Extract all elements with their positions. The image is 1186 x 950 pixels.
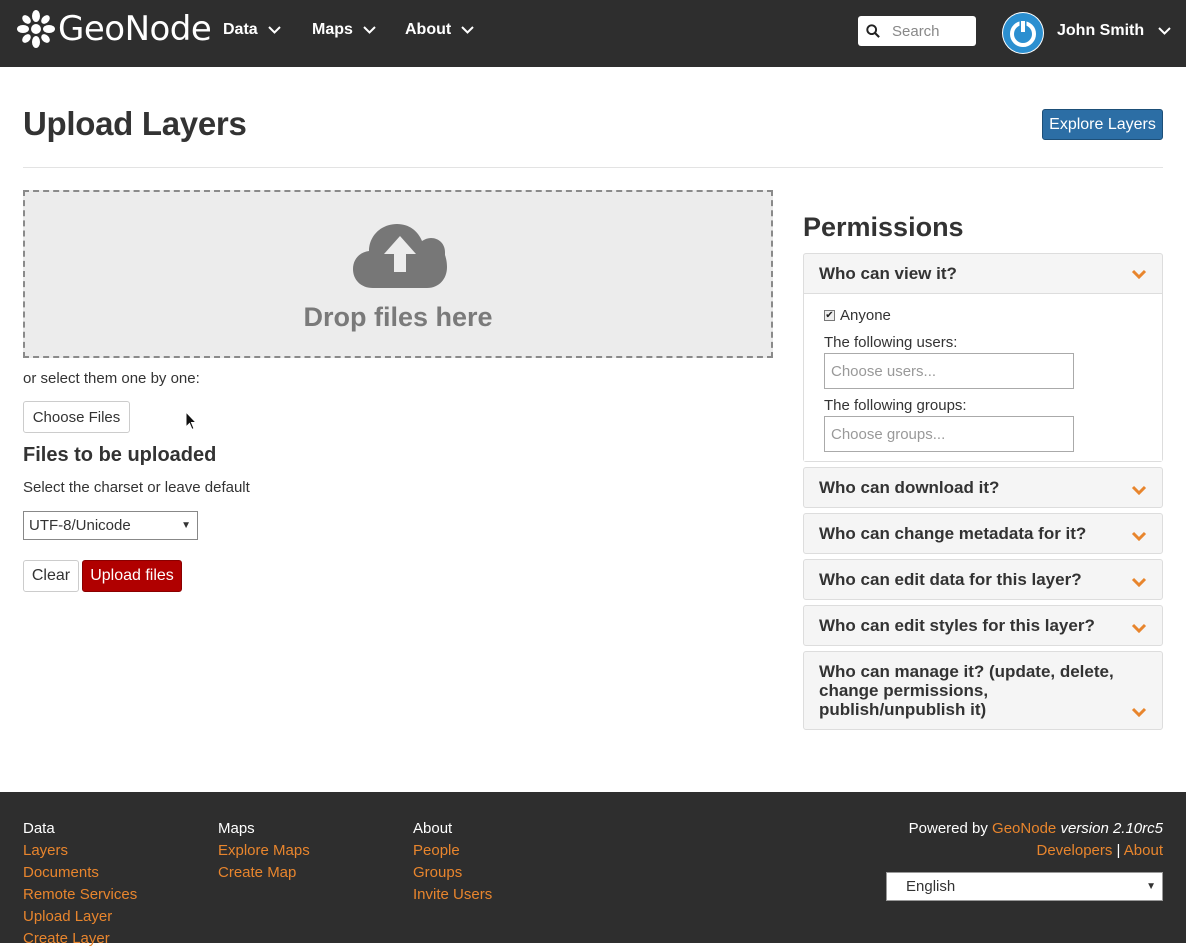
user-avatar-icon [1003, 13, 1043, 53]
anyone-checkbox[interactable]: ✔ Anyone [824, 307, 891, 324]
footer-heading: About [413, 820, 453, 837]
about-link[interactable]: About [1124, 842, 1163, 859]
footer-link-people[interactable]: People [413, 840, 492, 862]
powered-by-text: Powered by [908, 820, 988, 837]
page-title: Upload Layers [23, 105, 247, 142]
chevron-down-icon [1131, 485, 1147, 495]
footer-link-groups[interactable]: Groups [413, 862, 492, 884]
developers-link[interactable]: Developers [1037, 842, 1113, 859]
geonode-logo-icon [17, 10, 55, 48]
panel-body: ✔ Anyone The following users: The follow… [804, 293, 1162, 461]
footer-heading: Data [23, 820, 55, 837]
permissions-heading: Permissions [803, 212, 964, 242]
panel-title: Who can download it? [819, 478, 1000, 497]
chevron-down-icon [1131, 531, 1147, 541]
chevron-down-icon [363, 26, 376, 34]
top-navbar: GeoNode Data Maps About John Smith [0, 0, 1186, 67]
anyone-label: Anyone [840, 307, 891, 324]
footer-link-remote-services[interactable]: Remote Services [23, 884, 137, 906]
footer-link-layers[interactable]: Layers [23, 840, 137, 862]
nav-menu-maps[interactable]: Maps [312, 21, 376, 39]
footer-heading: Maps [218, 820, 255, 837]
panel-heading[interactable]: Who can manage it? (update, delete, chan… [804, 652, 1162, 729]
user-name: John Smith [1057, 22, 1145, 39]
avatar[interactable] [1002, 12, 1044, 54]
footer-link-explore-maps[interactable]: Explore Maps [218, 840, 310, 862]
panel-title: Who can change metadata for it? [819, 524, 1087, 543]
nav-menu-label: About [405, 21, 452, 38]
panel-heading[interactable]: Who can view it? [804, 254, 1162, 293]
checkbox-checked-icon: ✔ [824, 310, 835, 321]
powered-by: Powered by GeoNode version 2.10rc5 Devel… [909, 818, 1163, 862]
footer: Data Layers Documents Remote Services Up… [0, 792, 1186, 947]
chevron-down-icon [1158, 27, 1171, 35]
charset-label: Select the charset or leave default [23, 479, 250, 496]
dropdown-arrow-icon: ▼ [181, 520, 191, 531]
files-to-upload-heading: Files to be uploaded [23, 444, 217, 466]
footer-column-about: About People Groups Invite Users [413, 818, 492, 906]
panel-heading[interactable]: Who can download it? [804, 468, 1162, 507]
chevron-down-icon [267, 26, 281, 34]
charset-value: UTF-8/Unicode [29, 517, 131, 534]
nav-menu-label: Maps [312, 21, 353, 38]
geonode-link[interactable]: GeoNode [992, 820, 1056, 837]
search-box [858, 16, 976, 46]
users-input[interactable] [824, 353, 1074, 389]
brand-logo[interactable]: GeoNode [16, 8, 212, 50]
select-one-text: or select them one by one: [23, 370, 200, 387]
footer-column-data: Data Layers Documents Remote Services Up… [23, 818, 137, 950]
chevron-down-icon [1131, 707, 1147, 717]
permission-panel-download[interactable]: Who can download it? [803, 467, 1163, 508]
search-input[interactable] [892, 22, 976, 40]
user-menu[interactable]: John Smith [1057, 22, 1171, 40]
footer-link-documents[interactable]: Documents [23, 862, 137, 884]
chevron-down-icon [1131, 623, 1147, 633]
brand-name: GeoNode [58, 9, 212, 49]
panel-title: Who can view it? [819, 264, 957, 283]
file-dropzone[interactable]: Drop files here [23, 190, 773, 358]
nav-menu-label: Data [223, 21, 258, 38]
version-text: version 2.10rc5 [1060, 820, 1163, 837]
panel-title: Who can edit data for this layer? [819, 570, 1082, 589]
panel-title: Who can edit styles for this layer? [819, 616, 1095, 635]
groups-label: The following groups: [824, 397, 967, 414]
footer-link-invite-users[interactable]: Invite Users [413, 884, 492, 906]
users-label: The following users: [824, 334, 958, 351]
search-icon [866, 24, 880, 38]
language-select[interactable]: English ▼ [886, 872, 1163, 901]
footer-column-maps: Maps Explore Maps Create Map [218, 818, 310, 884]
clear-button[interactable]: Clear [23, 560, 79, 592]
choose-files-button[interactable]: Choose Files [23, 401, 130, 433]
permission-panel-view[interactable]: Who can view it? ✔ Anyone The following … [803, 253, 1163, 462]
permission-panel-metadata[interactable]: Who can change metadata for it? [803, 513, 1163, 554]
permission-panel-edit-data[interactable]: Who can edit data for this layer? [803, 559, 1163, 600]
permission-panel-edit-styles[interactable]: Who can edit styles for this layer? [803, 605, 1163, 646]
dropdown-arrow-icon: ▼ [1146, 881, 1156, 892]
nav-menu-about[interactable]: About [405, 21, 474, 39]
language-value: English [906, 878, 956, 895]
chevron-down-icon [1131, 577, 1147, 587]
footer-link-create-map[interactable]: Create Map [218, 862, 310, 884]
explore-layers-button[interactable]: Explore Layers [1042, 109, 1163, 140]
upload-files-button[interactable]: Upload files [82, 560, 182, 592]
separator: | [1116, 842, 1121, 859]
nav-menu-data[interactable]: Data [223, 21, 281, 39]
drop-files-text: Drop files here [303, 302, 493, 332]
mouse-cursor-icon [185, 411, 198, 431]
charset-select[interactable]: UTF-8/Unicode ▼ [23, 511, 198, 540]
permission-panel-manage[interactable]: Who can manage it? (update, delete, chan… [803, 651, 1163, 730]
panel-heading[interactable]: Who can edit styles for this layer? [804, 606, 1162, 645]
groups-input[interactable] [824, 416, 1074, 452]
divider [23, 167, 1163, 168]
chevron-down-icon [461, 26, 474, 34]
cloud-upload-icon [353, 224, 447, 288]
panel-heading[interactable]: Who can change metadata for it? [804, 514, 1162, 553]
chevron-down-icon [1131, 269, 1147, 279]
footer-link-upload-layer[interactable]: Upload Layer [23, 906, 137, 928]
panel-heading[interactable]: Who can edit data for this layer? [804, 560, 1162, 599]
footer-link-create-layer[interactable]: Create Layer [23, 928, 137, 950]
panel-title: Who can manage it? (update, delete, chan… [819, 662, 1114, 719]
